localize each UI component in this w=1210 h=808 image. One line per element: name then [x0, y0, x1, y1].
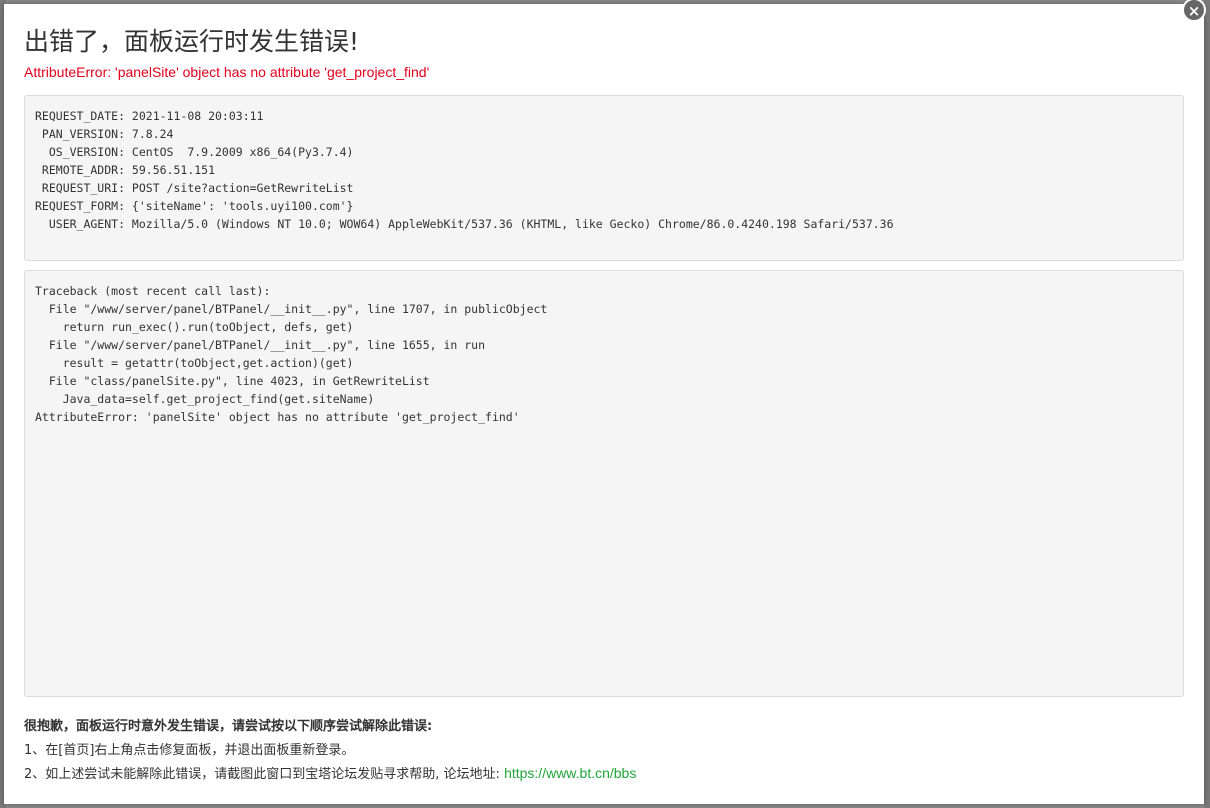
- request-info-line: USER_AGENT: Mozilla/5.0 (Windows NT 10.0…: [35, 217, 894, 231]
- traceback-line: File "/www/server/panel/BTPanel/__init__…: [35, 302, 548, 316]
- request-info-line: REQUEST_DATE: 2021-11-08 20:03:11: [35, 109, 264, 123]
- request-info-line: REMOTE_ADDR: 59.56.51.151: [35, 163, 216, 177]
- traceback-line: result = getattr(toObject,get.action)(ge…: [35, 356, 354, 370]
- request-info-line: PAN_VERSION: 7.8.24: [35, 127, 174, 141]
- traceback-line: File "/www/server/panel/BTPanel/__init__…: [35, 338, 486, 352]
- help-heading: 很抱歉，面板运行时意外发生错误，请尝试按以下顺序尝试解除此错误:: [24, 719, 433, 734]
- traceback-line: return run_exec().run(toObject, defs, ge…: [35, 320, 354, 334]
- help-step-2-text: 2、如上述尝试未能解除此错误，请截图此窗口到宝塔论坛发贴寻求帮助, 论坛地址:: [24, 767, 505, 782]
- traceback-box: Traceback (most recent call last): File …: [24, 270, 1184, 697]
- help-step-1: 1、在[首页]右上角点击修复面板，并退出面板重新登录。: [24, 743, 355, 758]
- request-info-line: REQUEST_URI: POST /site?action=GetRewrit…: [35, 181, 354, 195]
- request-info-line: REQUEST_FORM: {'siteName': 'tools.uyi100…: [35, 199, 354, 213]
- traceback-line: File "class/panelSite.py", line 4023, in…: [35, 374, 430, 388]
- dialog-title: 出错了，面板运行时发生错误!: [24, 27, 360, 56]
- traceback-line: AttributeError: 'panelSite' object has n…: [35, 410, 520, 424]
- background-page-right: [1204, 0, 1210, 808]
- traceback-line: Java_data=self.get_project_find(get.site…: [35, 392, 375, 406]
- traceback-line: Traceback (most recent call last):: [35, 284, 271, 298]
- help-step-2: 2、如上述尝试未能解除此错误，请截图此窗口到宝塔论坛发贴寻求帮助, 论坛地址: …: [24, 763, 636, 782]
- error-dialog: × 出错了，面板运行时发生错误! AttributeError: 'panelS…: [4, 0, 1206, 804]
- request-info-box: REQUEST_DATE: 2021-11-08 20:03:11 PAN_VE…: [24, 95, 1184, 261]
- close-button[interactable]: ×: [1182, 0, 1206, 22]
- error-message: AttributeError: 'panelSite' object has n…: [24, 64, 430, 80]
- request-info-line: OS_VERSION: CentOS 7.9.2009 x86_64(Py3.7…: [35, 145, 354, 159]
- forum-link[interactable]: https://www.bt.cn/bbs: [504, 765, 636, 781]
